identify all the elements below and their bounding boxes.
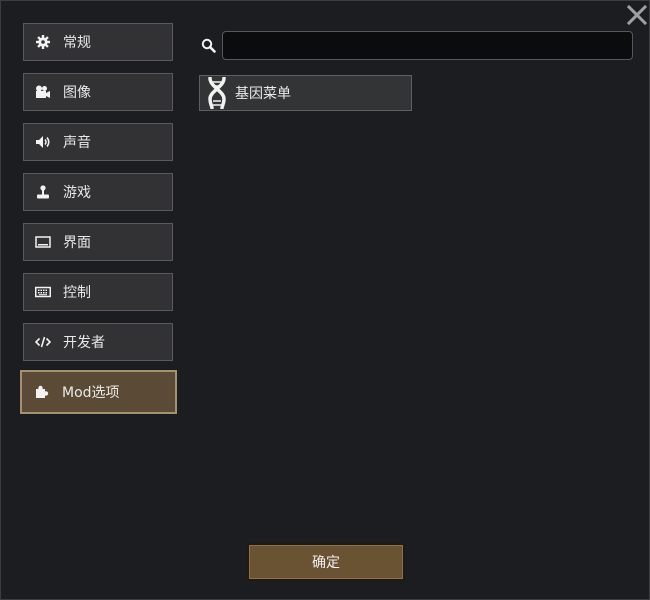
search-icon [200, 37, 216, 53]
puzzle-icon [34, 384, 50, 400]
dna-icon [208, 77, 226, 109]
nav-interface-label: 界面 [63, 235, 91, 251]
ok-button[interactable]: 确定 [247, 543, 405, 581]
nav-graphics-button[interactable]: 图像 [23, 73, 173, 111]
nav-game-label: 游戏 [63, 185, 91, 201]
nav-game-button[interactable]: 游戏 [23, 173, 173, 211]
nav-audio-button[interactable]: 声音 [23, 123, 173, 161]
close-button[interactable] [625, 3, 649, 27]
nav-developer-label: 开发者 [63, 335, 105, 351]
mod-item-label: 基因菜单 [235, 86, 291, 102]
nav-graphics-label: 图像 [63, 85, 91, 101]
nav-mod-options-label: Mod选项 [62, 385, 120, 401]
gear-icon [35, 34, 51, 50]
nav-mod-options-button[interactable]: Mod选项 [20, 370, 177, 414]
nav-controls-label: 控制 [63, 285, 91, 301]
code-icon [35, 334, 51, 350]
nav-general-button[interactable]: 常规 [23, 23, 173, 61]
nav-controls-button[interactable]: 控制 [23, 273, 173, 311]
nav-developer-button[interactable]: 开发者 [23, 323, 173, 361]
camera-icon [35, 84, 51, 100]
keyboard-icon [35, 284, 51, 300]
monitor-icon [35, 234, 51, 250]
nav-interface-button[interactable]: 界面 [23, 223, 173, 261]
speaker-icon [35, 134, 51, 150]
search-input[interactable] [222, 31, 633, 60]
joystick-icon [35, 184, 51, 200]
mod-item-gene-menu[interactable]: 基因菜单 [199, 75, 412, 111]
options-dialog: 常规 图像 声音 游戏 界面 控制 开发者 Mod选项 基因菜单 确定 [0, 0, 650, 600]
nav-audio-label: 声音 [63, 135, 91, 151]
nav-general-label: 常规 [63, 35, 91, 51]
close-icon [626, 4, 648, 26]
